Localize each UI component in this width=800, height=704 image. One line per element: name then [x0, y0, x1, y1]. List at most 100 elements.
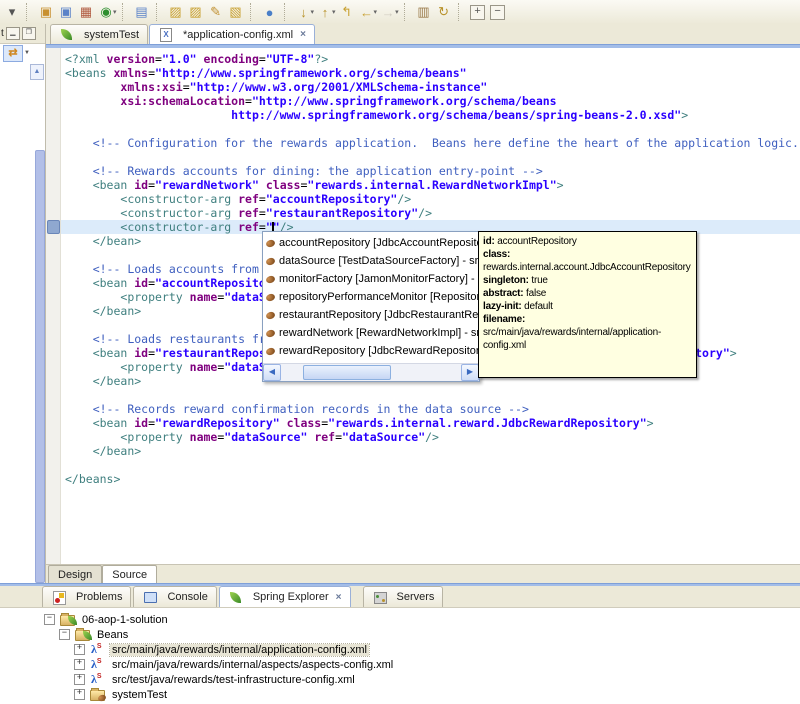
completion-item[interactable]: restaurantRepository [JdbcRestaurantRepo…: [263, 306, 479, 324]
code-token: class: [265, 178, 301, 192]
hscroll-thumb[interactable]: [303, 365, 391, 380]
code-token: xsi:schemaLocation: [120, 94, 246, 108]
console-icon: [142, 591, 160, 604]
code-line[interactable]: xsi:schemaLocation="http://www.springfra…: [61, 94, 800, 108]
code-line[interactable]: <bean id="rewardNetwork" class="rewards.…: [61, 178, 800, 192]
export-dropdown-icon[interactable]: ▾: [332, 8, 336, 16]
code-line[interactable]: <!-- Rewards accounts for dining: the ap…: [61, 164, 800, 178]
expand-all-button[interactable]: +: [468, 2, 488, 22]
maximize-icon[interactable]: ❐: [21, 27, 36, 40]
code-line[interactable]: <property name="dataSource" ref="dataSou…: [61, 430, 800, 444]
bean-icon: [265, 292, 276, 302]
scroll-right-icon[interactable]: ▶: [461, 364, 479, 381]
scroll-up-icon[interactable]: ▲: [30, 64, 44, 80]
collapse-all-icon: −: [490, 4, 506, 20]
open-folder-button[interactable]: ▧: [226, 2, 246, 22]
tree-item-systemtest[interactable]: + systemTest: [44, 687, 800, 703]
tab-spring-explorer[interactable]: Spring Explorer ×: [218, 586, 351, 607]
tab-servers[interactable]: Servers: [362, 586, 444, 607]
code-line[interactable]: <beans xmlns="http://www.springframework…: [61, 66, 800, 80]
code-token: "UTF-8": [265, 52, 315, 66]
close-icon[interactable]: ×: [336, 592, 342, 603]
tab-label: Spring Explorer: [252, 591, 329, 603]
code-token: "rewards.internal.reward.JdbcRewardRepos…: [328, 416, 647, 430]
minimize-icon[interactable]: ▁: [5, 27, 20, 40]
link-with-editor-icon[interactable]: ⇄: [3, 44, 23, 62]
last-edit-location-button[interactable]: ↰: [337, 2, 357, 22]
code-line[interactable]: [61, 150, 800, 164]
code-line[interactable]: </beans>: [61, 472, 800, 486]
collapsed-view-header: t ▁ ❐: [0, 24, 45, 44]
code-line[interactable]: <constructor-arg ref="accountRepository"…: [61, 192, 800, 206]
run-dropdown-icon[interactable]: ▾: [113, 8, 117, 16]
back-dropdown-icon[interactable]: ▾: [374, 8, 378, 16]
collapse-all-button[interactable]: −: [488, 2, 508, 22]
code-line[interactable]: xmlns:xsi="http://www.w3.org/2001/XMLSch…: [61, 80, 800, 94]
spring-project-icon: [59, 613, 77, 626]
web-browser-button[interactable]: ●: [260, 2, 280, 22]
import-icon: ↓: [300, 4, 307, 20]
completion-item[interactable]: dataSource [TestDataSourceFactory] - src…: [263, 252, 479, 270]
open-resource-purple-button[interactable]: ▨: [166, 2, 186, 22]
new-spring-project-button[interactable]: ▣: [36, 2, 56, 22]
tree-item-src-test-java-rewards-test-infrastructure-config-xml[interactable]: + λS src/test/java/rewards/test-infrastruc…: [44, 672, 800, 687]
open-type-button[interactable]: ▤: [132, 2, 152, 22]
tab-source[interactable]: Source: [102, 565, 158, 583]
code-token: ref: [238, 220, 259, 234]
new-java-project-button[interactable]: ▣: [56, 2, 76, 22]
completion-item[interactable]: accountRepository [JdbcAccountRepository…: [263, 234, 479, 252]
spring-explorer-tree: − 06-aop-1-solution − Beans + λS src/main/java…: [0, 608, 800, 703]
refresh-config-button[interactable]: ↻: [434, 2, 454, 22]
code-line[interactable]: </bean>: [61, 444, 800, 458]
tab-label: *application-config.xml: [183, 28, 294, 41]
new-package-button[interactable]: ▦: [76, 2, 96, 22]
expand-icon[interactable]: +: [74, 644, 85, 655]
spring-leaf-icon: [59, 28, 77, 41]
collapse-icon[interactable]: −: [44, 614, 55, 625]
code-line[interactable]: http://www.springframework.org/schema/be…: [61, 108, 800, 122]
code-line[interactable]: [61, 122, 800, 136]
completion-item[interactable]: repositoryPerformanceMonitor [Repository…: [263, 288, 479, 306]
tab-label: Design: [58, 568, 93, 581]
code-token: <!-- Rewards accounts for dining: the ap…: [92, 164, 543, 178]
open-resource-blue-button[interactable]: ▨: [186, 2, 206, 22]
tree-item-src-main-java-rewards-internal-application-config-xml[interactable]: + λS src/main/java/rewards/internal/applic…: [44, 642, 800, 657]
tab-systemtest[interactable]: systemTest: [50, 24, 149, 44]
toolbar-overflow-chevron-button[interactable]: ▾: [2, 2, 22, 22]
close-icon[interactable]: ×: [300, 29, 306, 40]
code-line[interactable]: <?xml version="1.0" encoding="UTF-8"?>: [61, 52, 800, 66]
code-line[interactable]: <!-- Records reward confirmation records…: [61, 402, 800, 416]
completion-item[interactable]: monitorFactory [JamonMonitorFactory] - s…: [263, 270, 479, 288]
completion-item[interactable]: rewardRepository [JdbcRewardRepository] …: [263, 342, 479, 360]
popup-hscrollbar[interactable]: ◀ ▶: [263, 363, 479, 381]
toggle-view-button[interactable]: ▥: [414, 2, 434, 22]
tree-item-beans[interactable]: − Beans: [44, 627, 800, 642]
code-token: id: [134, 346, 149, 360]
completion-item[interactable]: rewardNetwork [RewardNetworkImpl] - src/…: [263, 324, 479, 342]
scroll-left-icon[interactable]: ◀: [263, 364, 281, 381]
forward-button[interactable]: →: [378, 2, 398, 22]
code-line[interactable]: <bean id="rewardRepository" class="rewar…: [61, 416, 800, 430]
expand-icon[interactable]: +: [74, 659, 85, 670]
collapse-icon[interactable]: −: [59, 629, 70, 640]
code-line[interactable]: <constructor-arg ref="restaurantReposito…: [61, 206, 800, 220]
expand-icon[interactable]: +: [74, 689, 85, 700]
tab-design[interactable]: Design: [48, 565, 103, 583]
vertical-ruler[interactable]: [46, 48, 61, 564]
code-line[interactable]: [61, 458, 800, 472]
tree-item-label: src/main/java/rewards/internal/aspects/a…: [112, 658, 394, 671]
highlight-brush-button[interactable]: ✎: [206, 2, 226, 22]
tab-application-config-xml[interactable]: X *application-config.xml ×: [149, 24, 315, 44]
import-dropdown-icon[interactable]: ▾: [311, 8, 315, 16]
tree-item-src-main-java-rewards-internal-aspects-aspects-config-xml[interactable]: + λS src/main/java/rewards/internal/aspect…: [44, 657, 800, 672]
code-line[interactable]: [61, 388, 800, 402]
view-menu-icon[interactable]: ▼: [24, 50, 30, 56]
scrollbar-thumb[interactable]: [35, 150, 45, 583]
tab-console[interactable]: Console: [133, 586, 217, 607]
tree-item-06-aop-1-solution[interactable]: − 06-aop-1-solution: [44, 612, 800, 627]
code-line[interactable]: <!-- Configuration for the rewards appli…: [61, 136, 800, 150]
expand-icon[interactable]: +: [74, 674, 85, 685]
tab-problems[interactable]: Problems: [42, 586, 132, 607]
